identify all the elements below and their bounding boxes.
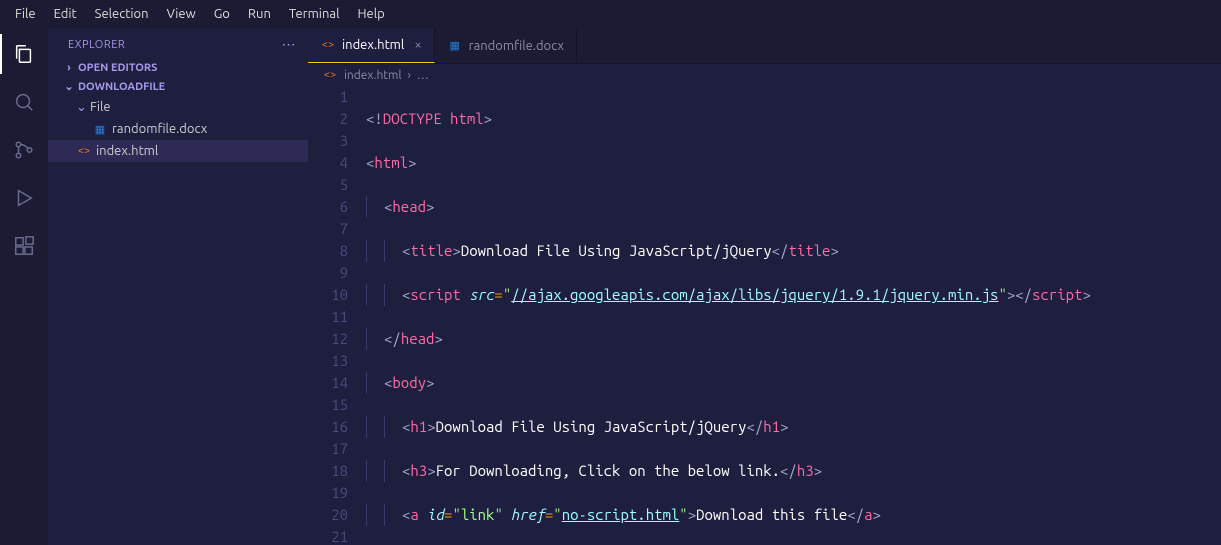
html-icon: <> [322,67,338,83]
tab-label: randomfile.docx [469,39,564,53]
breadcrumbs[interactable]: <> index.html › … [308,64,1221,86]
source-control-icon[interactable] [0,130,48,170]
sidebar: EXPLORER ⋯ ›OPEN EDITORS ⌄DOWNLOADFILE ⌄… [48,28,308,545]
docx-icon: ▦ [92,121,108,137]
html-icon: <> [76,143,92,159]
open-editors-label: OPEN EDITORS [78,62,157,74]
tab-bar: <> index.html × ▦ randomfile.docx [308,28,1221,64]
sidebar-title: EXPLORER [68,39,125,51]
menu-run[interactable]: Run [239,4,280,24]
sidebar-more-icon[interactable]: ⋯ [282,36,297,53]
folder-label: File [90,100,111,114]
crumb-file: index.html [344,69,402,82]
file-label: index.html [96,144,158,158]
close-icon[interactable]: × [414,38,421,52]
menu-view[interactable]: View [158,4,205,24]
crumb-sep: › [408,69,411,82]
html-icon: <> [320,37,336,53]
file-index-html[interactable]: <> index.html [48,140,308,162]
open-editors-section[interactable]: ›OPEN EDITORS [48,59,308,77]
search-icon[interactable] [0,82,48,122]
tab-label: index.html [342,38,404,52]
menu-go[interactable]: Go [205,4,239,24]
line-numbers: 123456789101112131415161718192021 [308,86,366,545]
menubar: File Edit Selection View Go Run Terminal… [0,0,1221,28]
menu-file[interactable]: File [6,4,45,24]
code-area[interactable]: 123456789101112131415161718192021 <!DOCT… [308,86,1221,545]
file-randomfile[interactable]: ▦ randomfile.docx [48,118,308,140]
project-label: DOWNLOADFILE [78,81,165,93]
editor: <> index.html × ▦ randomfile.docx <> ind… [308,28,1221,545]
explorer-icon[interactable] [0,34,48,74]
file-label: randomfile.docx [112,122,207,136]
menu-selection[interactable]: Selection [86,4,158,24]
activitybar [0,28,48,545]
menu-help[interactable]: Help [348,4,393,24]
menu-terminal[interactable]: Terminal [280,4,349,24]
crumb-more: … [417,69,429,82]
project-section[interactable]: ⌄DOWNLOADFILE [48,77,308,96]
run-debug-icon[interactable] [0,178,48,218]
docx-icon: ▦ [447,38,463,54]
extensions-icon[interactable] [0,226,48,266]
tab-index-html[interactable]: <> index.html × [308,28,435,63]
tab-randomfile[interactable]: ▦ randomfile.docx [435,28,577,63]
code-text[interactable]: <!DOCTYPE html> <html> <head> <title>Dow… [366,86,1221,545]
folder-file[interactable]: ⌄File [48,96,308,118]
menu-edit[interactable]: Edit [45,4,86,24]
